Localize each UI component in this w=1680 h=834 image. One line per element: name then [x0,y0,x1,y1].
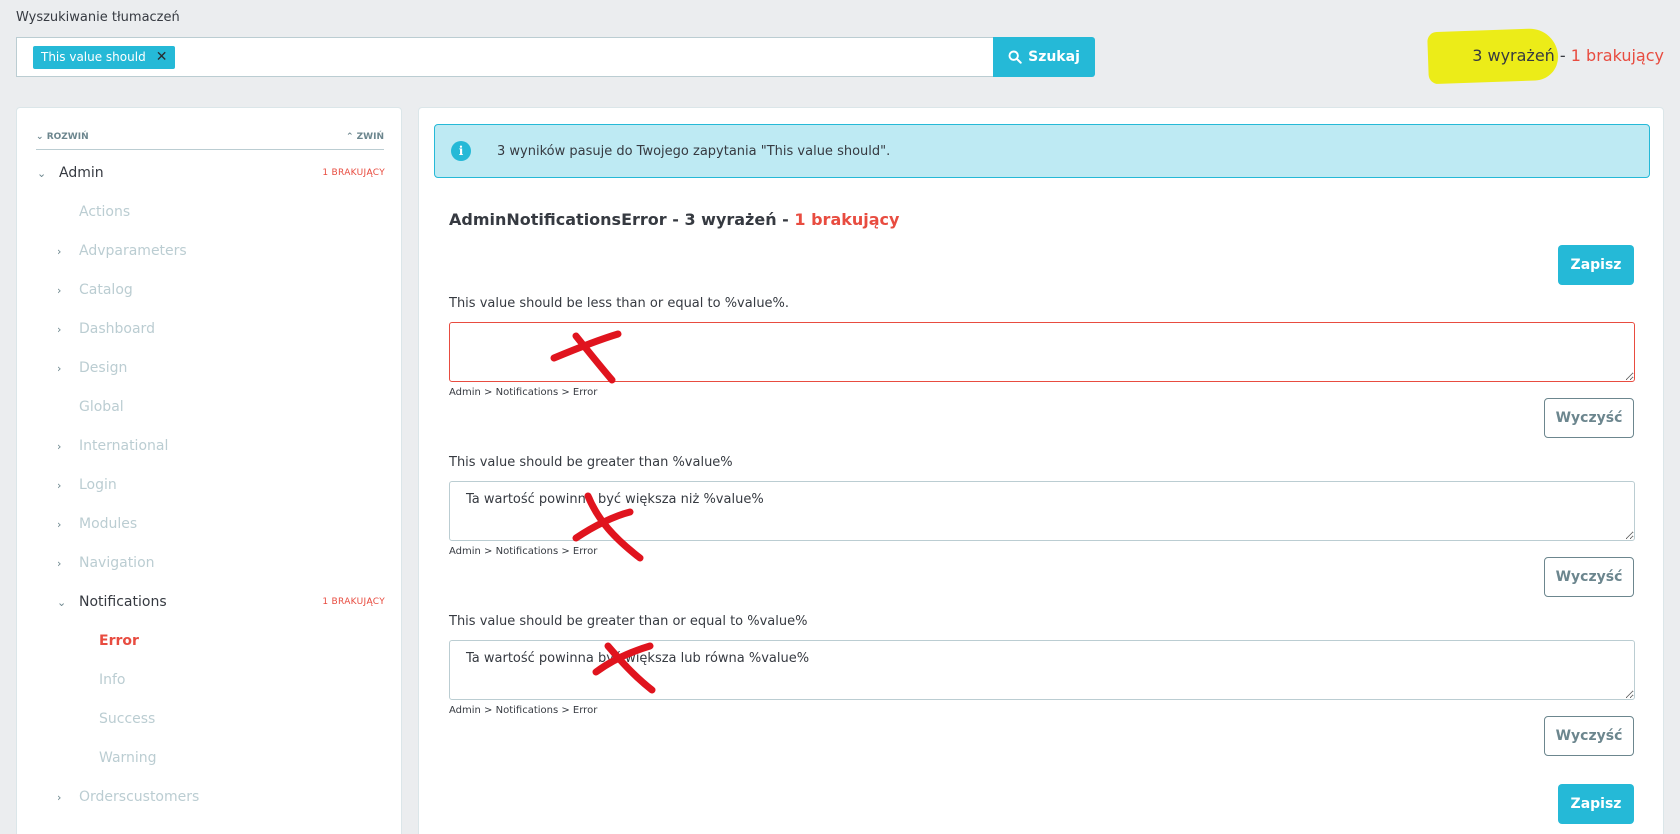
tree-item-label: Global [79,399,124,415]
tree-item-success[interactable]: Success [99,706,155,732]
domain-title: AdminNotificationsError - 3 wyrażeń - 1 … [449,210,899,229]
tree-item-label: Dashboard [79,321,155,337]
search-input[interactable]: This value should ✕ [16,37,994,77]
translations-panel: i 3 wyników pasuje do Twojego zapytania … [418,107,1664,834]
chevron-down-icon: ⌄ [37,166,47,180]
translation-summary: 3 wyrażeń - 1 brakujący [1472,46,1664,65]
search-button-label: Szukaj [1028,49,1080,65]
tree-item-label: Navigation [79,555,155,571]
translation-tree: ⌄ ROZWIŃ ⌃ ZWIŃ ⌄ Admin 1 BRAKUJĄCY Acti… [16,107,402,834]
tree-item-login[interactable]: › Login [57,472,117,498]
tree-item-modules[interactable]: › Modules [57,511,137,537]
tree-item-international[interactable]: › International [57,433,168,459]
domain-missing: 1 brakujący [794,210,900,229]
chevron-right-icon: › [57,322,62,336]
tree-item-label: Catalog [79,282,133,298]
expand-all-label: ROZWIŃ [46,132,89,142]
tree-item-info[interactable]: Info [99,667,126,693]
alert-text: 3 wyników pasuje do Twojego zapytania "T… [497,143,891,159]
tree-item-label: Login [79,477,117,493]
tree-item-catalog[interactable]: › Catalog [57,277,133,303]
clear-button[interactable]: Wyczyść [1544,398,1634,438]
info-icon: i [451,141,471,161]
search-button[interactable]: Szukaj [993,37,1095,77]
breadcrumb: Admin > Notifications > Error [449,387,598,398]
tree-item-label: Error [99,633,139,649]
clear-button[interactable]: Wyczyść [1544,557,1634,597]
tree-item-label: Actions [79,204,131,220]
search-icon [1008,50,1022,64]
source-string-label: This value should be greater than or equ… [449,614,808,629]
chevron-right-icon: › [57,361,62,375]
tree-item-design[interactable]: › Design [57,355,127,381]
tree-item-label: Warning [99,750,157,766]
tree-item-advparameters[interactable]: › Advparameters [57,238,187,264]
tree-item-label: Orderscustomers [79,789,200,805]
missing-badge: 1 BRAKUJĄCY [322,597,385,607]
chevron-right-icon: › [57,478,62,492]
chevron-right-icon: › [57,439,62,453]
source-string-label: This value should be greater than %value… [449,455,733,470]
save-button-bottom[interactable]: Zapisz [1558,784,1634,824]
tree-item-warning[interactable]: Warning [99,745,157,771]
tree-item-global[interactable]: Global [79,394,124,420]
summary-count: 3 wyrażeń [1472,46,1555,65]
tree-item-label: Modules [79,516,138,532]
chevron-right-icon: › [57,790,62,804]
tree-item-label: Advparameters [79,243,187,259]
collapse-all-button[interactable]: ⌃ ZWIŃ [346,132,384,142]
tree-item-label: Design [79,360,128,376]
tree-header: ⌄ ROZWIŃ ⌃ ZWIŃ [36,130,384,150]
chevron-right-icon: › [57,517,62,531]
tree-item-label: Info [99,672,126,688]
chevron-down-icon: ⌄ [57,595,67,609]
chevron-right-icon: › [57,283,62,297]
chevron-right-icon: › [57,244,62,258]
tree-item-actions[interactable]: Actions [79,199,130,225]
domain-title-text: AdminNotificationsError - 3 wyrażeń - [449,210,795,229]
source-string-label: This value should be less than or equal … [449,296,790,311]
tree-item-dashboard[interactable]: › Dashboard [57,316,155,342]
tree-item-label: Notifications [79,594,167,610]
clear-button[interactable]: Wyczyść [1544,716,1634,756]
page-title: Wyszukiwanie tłumaczeń [16,10,180,25]
translation-field[interactable] [449,640,1635,700]
tree-item-navigation[interactable]: › Navigation [57,550,155,576]
tree-item-notifications[interactable]: ⌄ Notifications 1 BRAKUJĄCY [57,589,385,615]
collapse-all-label: ZWIŃ [356,132,384,142]
tree-item-error[interactable]: Error [99,628,139,654]
tree-item-label: International [79,438,169,454]
breadcrumb: Admin > Notifications > Error [449,546,598,557]
tree-item-label: Success [99,711,156,727]
search-tag-label: This value should [41,49,146,64]
summary-missing: 1 brakujący [1570,46,1664,65]
translation-field[interactable] [449,481,1635,541]
chevron-right-icon: › [57,556,62,570]
breadcrumb: Admin > Notifications > Error [449,705,598,716]
tree-item-admin[interactable]: ⌄ Admin 1 BRAKUJĄCY [37,160,385,186]
expand-all-button[interactable]: ⌄ ROZWIŃ [36,132,89,142]
remove-tag-icon[interactable]: ✕ [156,50,168,64]
tree-item-orderscustomers[interactable]: › Orderscustomers [57,784,199,810]
tree-item-label: Admin [59,165,104,181]
summary-separator: - [1554,46,1571,65]
search-tag: This value should ✕ [33,45,176,69]
save-button[interactable]: Zapisz [1558,245,1634,285]
missing-badge: 1 BRAKUJĄCY [322,168,385,178]
info-alert: i 3 wyników pasuje do Twojego zapytania … [434,124,1650,178]
translation-field[interactable] [449,322,1635,382]
